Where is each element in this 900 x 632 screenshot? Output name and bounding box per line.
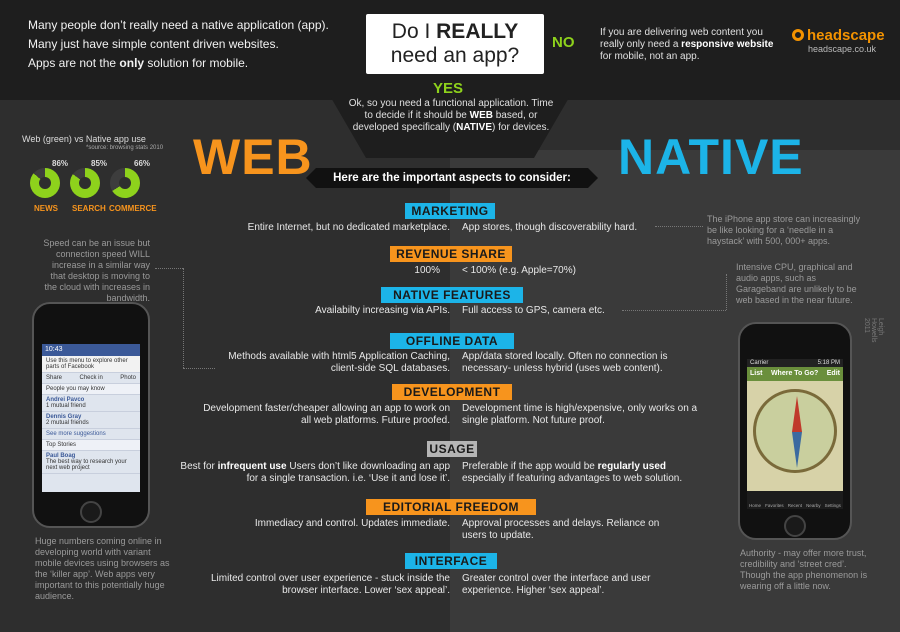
- tab-settings[interactable]: Settings: [825, 503, 841, 508]
- headscape-logo[interactable]: headscape headscape.co.uk: [792, 27, 885, 54]
- fb-people-header: People you may know: [42, 384, 140, 395]
- leader-line: [183, 368, 215, 369]
- intro-line: Many just have simple content driven web…: [28, 37, 279, 51]
- logo-url: headscape.co.uk: [808, 44, 877, 54]
- question-box: Do I REALLY need an app?: [366, 14, 544, 74]
- native-status-bar: Carrier 5:18 PM: [747, 359, 843, 367]
- fb-story[interactable]: Paul Boag The best way to research your n…: [42, 451, 140, 474]
- compass-graphic: [753, 389, 837, 473]
- native-edit-button[interactable]: Edit: [827, 367, 840, 381]
- usage-native: Preferable if the app would be regularly…: [462, 461, 683, 484]
- fb-status-bar: 10:43: [42, 344, 140, 356]
- no-text: If you are delivering web content you re…: [600, 27, 774, 62]
- fb-actions: Share Check in Photo: [42, 373, 140, 384]
- revenue-native: < 100% (e.g. Apple=70%): [462, 265, 576, 276]
- news-label: NEWS: [34, 204, 58, 213]
- band-interface: INTERFACE: [405, 553, 497, 569]
- question-line2: need an app?: [390, 44, 520, 67]
- left-bottom-note: Huge numbers coming online in developing…: [35, 536, 170, 601]
- compass-needle-south: [792, 432, 802, 468]
- leader-line: [155, 268, 183, 269]
- tab-nearby[interactable]: Nearby: [806, 503, 821, 508]
- right-cpu-note: Intensive CPU, graphical and audio apps,…: [736, 262, 857, 305]
- fb-person[interactable]: Andrei Pavco 1 mutual friend: [42, 395, 140, 412]
- native-features-native: Full access to GPS, camera etc.: [462, 305, 605, 316]
- band-development: DEVELOPMENT: [392, 384, 512, 400]
- fb-stories-header: Top Stories: [42, 440, 140, 451]
- credit: Leigh Howells 2011: [863, 318, 884, 343]
- left-speed-note: Speed can be an issue but connection spe…: [43, 238, 150, 303]
- news-donut: [30, 168, 60, 198]
- band-revenue-share: REVENUE SHARE: [390, 246, 512, 262]
- native-phone-home-button: [784, 515, 806, 537]
- tab-recent[interactable]: Recent: [788, 503, 802, 508]
- fb-more-link[interactable]: See more suggestions: [42, 429, 140, 440]
- intro-line: Apps are not the only solution for mobil…: [28, 56, 249, 70]
- native-tab-bar: Home Favorites Recent Nearby Settings: [747, 491, 843, 509]
- infographic-page: Many people don’t really need a native a…: [0, 0, 900, 632]
- web-phone-home-button: [80, 501, 102, 523]
- native-features-web: Availabilty increasing via APIs.: [315, 305, 450, 316]
- fb-menu-hint: Use this menu to explore other parts of …: [42, 356, 140, 373]
- marketing-web: Entire Internet, but no dedicated market…: [247, 222, 450, 233]
- logo-icon: [792, 29, 804, 41]
- yes-label: YES: [433, 80, 464, 97]
- commerce-label: COMMERCE: [109, 204, 157, 213]
- web-title: WEB: [193, 129, 313, 185]
- intro-line: Many people don’t really need a native a…: [28, 18, 329, 32]
- search-label: SEARCH: [72, 204, 106, 213]
- native-title: NATIVE: [618, 129, 804, 185]
- interface-web: Limited control over user experience - s…: [210, 573, 450, 596]
- native-phone: Carrier 5:18 PM List Where To Go? Edit Ho…: [738, 322, 852, 540]
- development-web: Development faster/cheaper allowing an a…: [203, 403, 450, 426]
- band-native-features: NATIVE FEATURES: [381, 287, 523, 303]
- right-bottom-note: Authority - may offer more trust, credib…: [740, 548, 868, 591]
- fb-checkin-button[interactable]: Check in: [79, 375, 102, 381]
- usage-web: Best for infrequent use Users don’t like…: [180, 461, 450, 484]
- search-donut: [70, 168, 100, 198]
- editorial-native: Approval processes and delays. Reliance …: [462, 518, 660, 541]
- tab-favorites[interactable]: Favorites: [765, 503, 784, 508]
- editorial-web: Immediacy and control. Updates immediate…: [254, 518, 450, 529]
- question-pre: Do I: [391, 20, 437, 43]
- commerce-pct: 66%: [134, 159, 151, 168]
- leader-line: [183, 268, 184, 368]
- web-phone-screen: 10:43 Use this menu to explore other par…: [42, 344, 140, 492]
- native-nav-bar: List Where To Go? Edit: [747, 367, 843, 381]
- no-label: NO: [552, 34, 575, 51]
- news-pct: 86%: [52, 159, 69, 168]
- band-usage: USAGE: [427, 441, 477, 457]
- yes-text: Ok, so you need a functional application…: [348, 98, 554, 133]
- search-pct: 85%: [91, 159, 108, 168]
- tab-home[interactable]: Home: [749, 503, 761, 508]
- fb-photo-button[interactable]: Photo: [120, 375, 136, 381]
- band-offline-data: OFFLINE DATA: [390, 333, 514, 349]
- band-editorial-freedom: EDITORIAL FREEDOM: [366, 499, 536, 515]
- intro-text: Many people don’t really need a native a…: [28, 18, 348, 75]
- fb-share-button[interactable]: Share: [46, 375, 62, 381]
- leader-line: [726, 274, 727, 310]
- compass-needle-north: [792, 396, 802, 432]
- logo-name: headscape: [807, 27, 885, 44]
- web-phone: 10:43 Use this menu to explore other par…: [32, 302, 150, 528]
- offline-web: Methods available with html5 Application…: [228, 351, 450, 374]
- band-marketing: MARKETING: [405, 203, 495, 219]
- native-phone-screen: Carrier 5:18 PM List Where To Go? Edit Ho…: [747, 359, 843, 509]
- offline-native: App/data stored locally. Often no connec…: [462, 351, 668, 374]
- aspects-banner: Here are the important aspects to consid…: [306, 168, 598, 188]
- commerce-donut: [110, 168, 140, 198]
- native-list-button[interactable]: List: [750, 367, 762, 381]
- usage-title: Web (green) vs Native app use: [22, 134, 146, 144]
- development-native: Development time is high/expensive, only…: [462, 403, 698, 426]
- interface-native: Greater control over the interface and u…: [462, 573, 651, 596]
- right-appstore-note: The iPhone app store can increasingly be…: [707, 214, 861, 246]
- usage-source: *source: browsing stats 2010: [86, 145, 164, 151]
- native-title: Where To Go?: [770, 370, 819, 377]
- marketing-native: App stores, though discoverability hard.: [462, 222, 638, 233]
- revenue-web: 100%: [414, 265, 440, 276]
- fb-person[interactable]: Dennis Gray 2 mutual friends: [42, 412, 140, 429]
- question-strong: REALLY: [436, 20, 519, 43]
